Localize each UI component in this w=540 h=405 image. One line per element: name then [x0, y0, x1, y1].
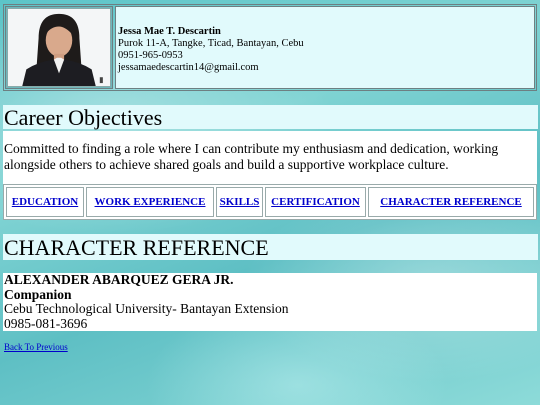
- back-to-previous-link[interactable]: Back To Previous: [4, 342, 68, 352]
- profile-email: jessamaedescartin14@gmail.com: [118, 62, 259, 73]
- nav-link-skills[interactable]: SKILLS: [220, 196, 260, 208]
- profile-info: Jessa Mae T. Descartin Purok 11-A, Tangk…: [115, 6, 535, 89]
- nav-cell-skills: SKILLS: [216, 187, 263, 217]
- reference-organization: Cebu Technological University- Bantayan …: [4, 301, 289, 316]
- nav-cell-work-experience: WORK EXPERIENCE: [86, 187, 214, 217]
- reference-phone: 0985-081-3696: [4, 315, 88, 331]
- nav-link-character-reference[interactable]: CHARACTER REFERENCE: [380, 196, 522, 208]
- profile-photo: [7, 8, 111, 87]
- reference-name: ALEXANDER ABARQUEZ GERA JR.: [4, 272, 234, 287]
- profile-header: Jessa Mae T. Descartin Purok 11-A, Tangk…: [3, 4, 537, 91]
- profile-address: Purok 11-A, Tangke, Ticad, Bantayan, Ceb…: [118, 38, 304, 49]
- reference-entry: ALEXANDER ABARQUEZ GERA JR. Companion Ce…: [3, 272, 537, 331]
- nav-link-education[interactable]: EDUCATION: [12, 196, 78, 208]
- section-nav: EDUCATION WORK EXPERIENCE SKILLS CERTIFI…: [3, 184, 537, 220]
- nav-cell-character-reference: CHARACTER REFERENCE: [368, 187, 534, 217]
- profile-photo-cell: [5, 6, 113, 89]
- career-objectives-heading: Career Objectives: [3, 105, 538, 130]
- profile-name: Jessa Mae T. Descartin: [118, 26, 221, 37]
- career-objectives-text: Committed to finding a role where I can …: [3, 131, 537, 184]
- reference-role: Companion: [4, 286, 72, 302]
- nav-link-certification[interactable]: CERTIFICATION: [271, 196, 360, 208]
- nav-link-work-experience[interactable]: WORK EXPERIENCE: [95, 196, 206, 208]
- profile-phone: 0951-965-0953: [118, 50, 183, 61]
- nav-cell-certification: CERTIFICATION: [265, 187, 366, 217]
- nav-cell-education: EDUCATION: [6, 187, 84, 217]
- character-reference-heading: CHARACTER REFERENCE: [3, 234, 538, 260]
